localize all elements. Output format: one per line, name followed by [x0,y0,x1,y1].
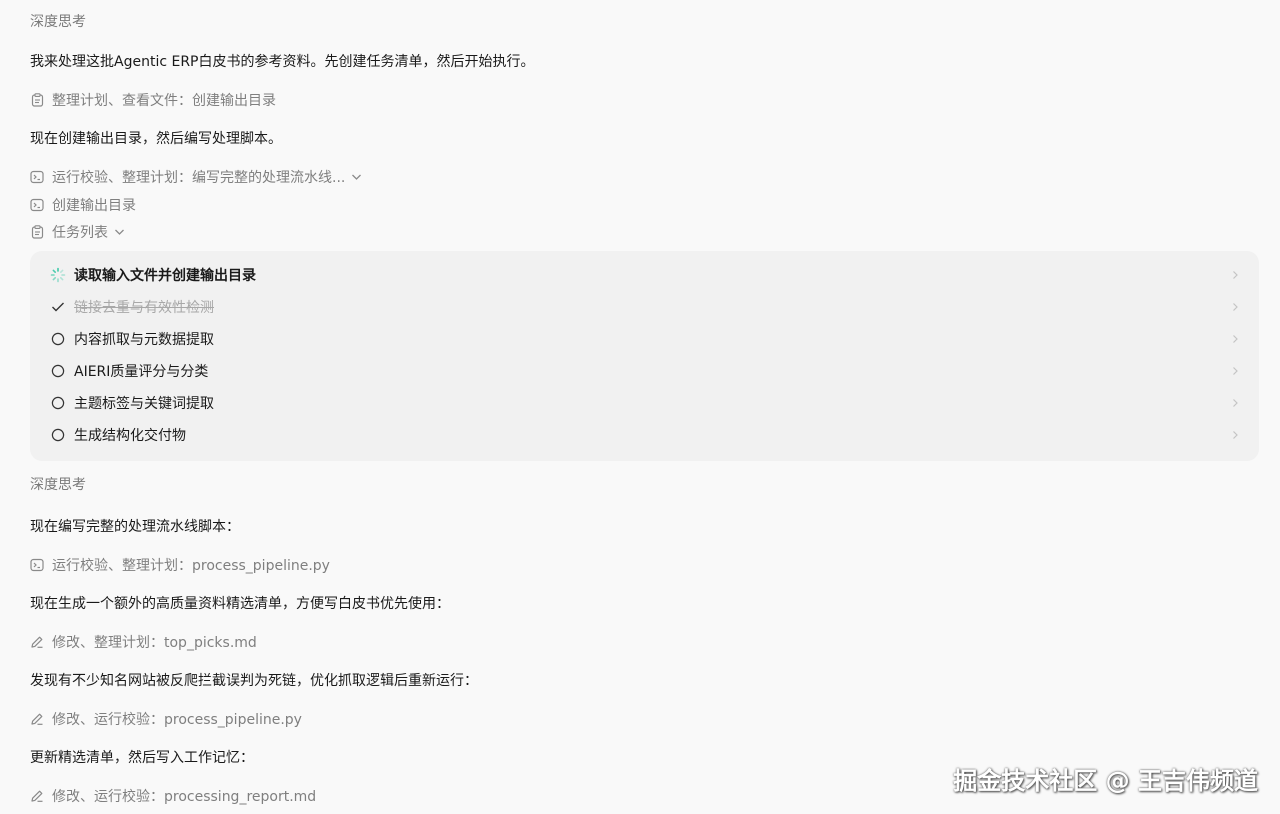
assistant-message: 现在生成一个额外的高质量资料精选清单，方便写白皮书优先使用： [30,596,450,612]
chevron-right-icon [1229,334,1239,344]
task-label: 读取输入文件并创建输出目录 [74,268,256,284]
task-label: AIERI质量评分与分类 [74,364,209,380]
terminal-icon [30,170,44,184]
chat-transcript: 深度思考 我来处理这批Agentic ERP白皮书的参考资料。先创建任务清单，然… [0,0,1280,814]
task-label: 主题标签与关键词提取 [74,396,214,412]
clipboard-icon [30,93,44,107]
deep-thinking-label[interactable]: 深度思考 [30,474,86,494]
tool-action[interactable]: 修改、运行校验：processing_report.md [30,786,316,806]
task-list-label: 任务列表 [52,225,108,241]
assistant-message: 现在创建输出目录，然后编写处理脚本。 [30,131,282,147]
tool-action-expandable[interactable]: 运行校验、整理计划：编写完整的处理流水线... [30,167,362,187]
task-item[interactable]: 读取输入文件并创建输出目录 [50,259,1239,291]
tool-action-label: 创建输出目录 [52,198,136,214]
spinner-icon [50,267,66,283]
tool-action[interactable]: 整理计划、查看文件：创建输出目录 [30,90,276,110]
assistant-message: 发现有不少知名网站被反爬拦截误判为死链，优化抓取逻辑后重新运行： [30,673,478,689]
pencil-icon [30,789,44,803]
chevron-right-icon [1229,430,1239,440]
task-list-panel: 读取输入文件并创建输出目录 链接去重与有效性检测 内容抓取与元数据提取 AIER… [30,251,1259,461]
task-label: 生成结构化交付物 [74,428,186,444]
circle-icon [50,331,66,347]
tool-action-label: 整理计划、查看文件：创建输出目录 [52,93,276,109]
assistant-message: 现在编写完整的处理流水线脚本： [30,519,240,535]
check-icon [50,299,66,315]
chevron-right-icon [1229,270,1239,280]
task-item[interactable]: 生成结构化交付物 [50,419,1239,451]
tool-action-label: 修改、运行校验：process_pipeline.py [52,712,302,728]
pencil-icon [30,712,44,726]
task-label: 链接去重与有效性检测 [74,300,214,316]
chevron-down-icon[interactable] [351,173,362,181]
task-label: 内容抓取与元数据提取 [74,332,214,348]
chevron-right-icon [1229,302,1239,312]
tool-action-label: 运行校验、整理计划：编写完整的处理流水线... [52,170,346,186]
task-item[interactable]: AIERI质量评分与分类 [50,355,1239,387]
chevron-down-icon[interactable] [114,228,125,236]
task-item[interactable]: 内容抓取与元数据提取 [50,323,1239,355]
clipboard-icon [30,225,44,239]
tool-action-label: 修改、运行校验：processing_report.md [52,789,317,805]
chevron-right-icon [1229,366,1239,376]
tool-action-label: 运行校验、整理计划：process_pipeline.py [52,558,330,574]
chevron-right-icon [1229,398,1239,408]
tool-action-label: 修改、整理计划：top_picks.md [52,635,257,651]
circle-icon [50,427,66,443]
terminal-icon [30,558,44,572]
assistant-message: 我来处理这批Agentic ERP白皮书的参考资料。先创建任务清单，然后开始执行… [30,54,535,70]
tool-action[interactable]: 运行校验、整理计划：process_pipeline.py [30,555,330,575]
tool-action[interactable]: 修改、运行校验：process_pipeline.py [30,709,302,729]
terminal-icon [30,198,44,212]
task-item[interactable]: 主题标签与关键词提取 [50,387,1239,419]
task-list-toggle[interactable]: 任务列表 [30,222,125,242]
assistant-message: 更新精选清单，然后写入工作记忆： [30,750,254,766]
tool-action[interactable]: 修改、整理计划：top_picks.md [30,632,257,652]
tool-action[interactable]: 创建输出目录 [30,195,136,215]
deep-thinking-label[interactable]: 深度思考 [30,11,86,31]
task-item[interactable]: 链接去重与有效性检测 [50,291,1239,323]
pencil-icon [30,635,44,649]
watermark: 掘金技术社区 @ 王吉伟频道 [953,767,1258,795]
circle-icon [50,395,66,411]
circle-icon [50,363,66,379]
